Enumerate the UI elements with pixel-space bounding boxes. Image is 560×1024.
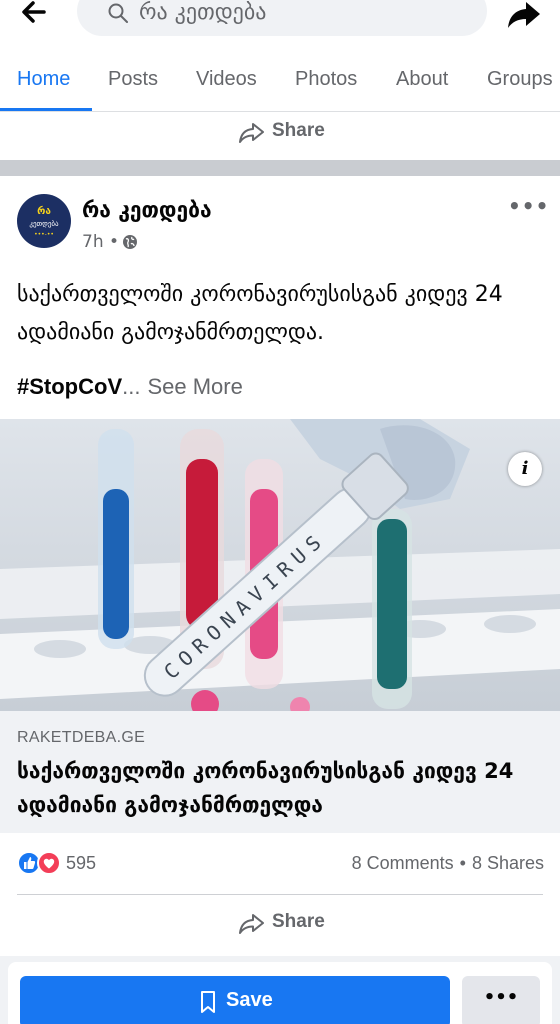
tab-about[interactable]: About xyxy=(396,68,448,91)
info-button[interactable]: i xyxy=(508,452,542,486)
save-label: Save xyxy=(226,989,273,1011)
bookmark-icon xyxy=(201,991,215,1013)
post-options-button[interactable]: ••• xyxy=(508,194,549,218)
hashtag-link[interactable]: #StopCoV xyxy=(17,374,122,399)
previous-post-share-button[interactable]: Share xyxy=(0,112,560,160)
post-timestamp[interactable]: 7h • xyxy=(82,232,119,252)
tab-photos[interactable]: Photos xyxy=(295,68,357,91)
active-tab-indicator xyxy=(0,108,92,111)
avatar-logo-text: კეთდება xyxy=(29,220,59,228)
arrow-left-icon xyxy=(22,1,46,23)
search-input[interactable]: რა კეთდება xyxy=(77,0,487,36)
shares-count-link[interactable]: 8 Shares xyxy=(472,853,544,873)
bottom-action-bar: Save ••• xyxy=(0,956,560,1024)
search-text: რა კეთდება xyxy=(139,0,267,25)
link-title: საქართველოში კორონავირუსისგან კიდევ 24 ა… xyxy=(17,759,514,817)
post-text: საქართველოში კორონავირუსისგან კიდევ 24 ა… xyxy=(17,282,503,345)
post-card: რა კეთდება •••-•• რა კეთდება 7h • ••• სა… xyxy=(0,176,560,956)
top-bar: რა კეთდება xyxy=(0,0,560,46)
more-options-button[interactable]: ••• xyxy=(462,976,540,1024)
engagement-counts: 8 Comments • 8 Shares xyxy=(352,853,544,874)
tab-home[interactable]: Home xyxy=(17,68,70,91)
avatar-logo-text: რა xyxy=(37,206,51,217)
reaction-count: 595 xyxy=(66,853,97,873)
tab-videos[interactable]: Videos xyxy=(196,68,257,91)
see-more-link[interactable]: See More xyxy=(147,374,242,399)
share-label: Share xyxy=(272,911,325,932)
page-name-link[interactable]: რა კეთდება xyxy=(82,198,212,222)
tab-groups[interactable]: Groups xyxy=(487,68,553,91)
love-reaction-icon xyxy=(37,851,61,875)
share-icon xyxy=(239,123,264,143)
page-avatar[interactable]: რა კეთდება •••-•• xyxy=(17,194,71,248)
page-tabs: Home Posts Videos Photos About Groups xyxy=(0,46,560,112)
share-icon xyxy=(239,914,264,934)
globe-icon xyxy=(123,235,137,249)
feed-separator xyxy=(0,160,560,176)
avatar-logo-text: •••-•• xyxy=(34,231,54,238)
share-arrow-icon xyxy=(508,2,540,28)
share-label: Share xyxy=(272,120,325,141)
back-button[interactable] xyxy=(14,0,54,32)
post-share-button[interactable]: Share xyxy=(0,901,560,947)
save-button[interactable]: Save xyxy=(20,976,450,1024)
share-page-button[interactable] xyxy=(504,0,544,34)
link-domain: RAKETDEBA.GE xyxy=(17,729,146,746)
coronavirus-test-tubes-photo: CORONAVIRUS xyxy=(0,419,560,711)
divider xyxy=(17,894,543,895)
post-hashtag-line: #StopCoV... See More xyxy=(17,374,243,400)
search-icon xyxy=(108,3,128,23)
ellipsis: ... xyxy=(122,374,141,399)
comments-count-link[interactable]: 8 Comments xyxy=(352,853,454,873)
link-preview-image[interactable]: CORONAVIRUS xyxy=(0,419,560,711)
link-preview-meta[interactable]: RAKETDEBA.GE საქართველოში კორონავირუსისგ… xyxy=(0,711,560,833)
tab-posts[interactable]: Posts xyxy=(108,68,158,91)
dot-separator: • xyxy=(459,853,466,873)
next-card: Save ••• xyxy=(8,962,552,1024)
